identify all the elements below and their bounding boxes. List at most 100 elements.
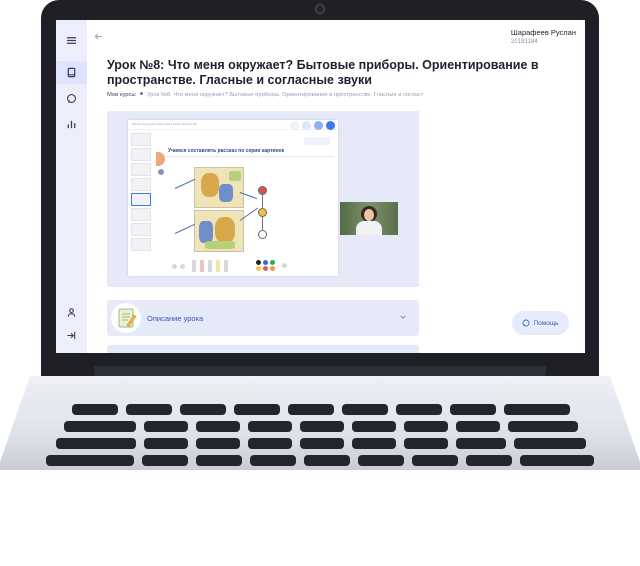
keyboard-key [196, 455, 242, 466]
next-accordion[interactable] [107, 345, 419, 353]
keyboard-key [248, 421, 292, 432]
pen-icon[interactable] [192, 260, 196, 272]
menu-button[interactable] [56, 29, 87, 52]
stats-icon [67, 120, 76, 129]
color-red[interactable] [263, 266, 268, 271]
color-orange[interactable] [270, 266, 275, 271]
slide-thumbnail-selected[interactable] [131, 193, 151, 206]
highlighter-icon[interactable] [216, 260, 220, 272]
keyboard-key [404, 421, 448, 432]
school-logo [304, 137, 330, 145]
story-picture-1 [194, 167, 244, 208]
keyboard-key [288, 404, 334, 415]
marker-icon[interactable] [200, 260, 204, 272]
keyboard-key [72, 404, 118, 415]
slide-thumbnail[interactable] [131, 133, 151, 146]
lesson-description-label: Описание урока [147, 314, 204, 323]
color-black[interactable] [256, 260, 261, 265]
keyboard-key [520, 455, 594, 466]
slide-topbar: Презентация урока. Подготовка к школе. З… [128, 120, 338, 130]
help-button[interactable]: Помощь [512, 311, 569, 335]
sequence-circle-empty [258, 230, 267, 239]
keyboard-key [342, 404, 388, 415]
keyboard-key [196, 421, 240, 432]
help-label: Помощь [533, 319, 559, 327]
breadcrumb-root-link[interactable]: Мои курсы [107, 92, 136, 98]
undo-icon[interactable] [172, 264, 177, 269]
teacher-webcam [340, 202, 398, 235]
slide-tool-icon [326, 121, 335, 130]
slide-thumbnail[interactable] [131, 238, 151, 251]
keyboard-key [450, 404, 496, 415]
slide-deco-circle [156, 152, 165, 166]
keyboard-key [234, 404, 280, 415]
keyboard-key [300, 438, 344, 449]
menu-icon [66, 37, 77, 44]
slide-thumbnail[interactable] [131, 178, 151, 191]
keyboard-key [250, 455, 296, 466]
keyboard-key [352, 421, 396, 432]
sidebar-item-logout[interactable] [56, 324, 87, 347]
more-icon[interactable] [282, 263, 287, 268]
laptop-screen: Шарафеев Руслан 20193184 Урок №8: Что ме… [56, 20, 585, 353]
sequence-circle-yellow [258, 208, 267, 217]
keyboard-key [142, 455, 188, 466]
slide-tool-icon [302, 121, 311, 130]
connector-line [174, 178, 196, 189]
pencil-icon[interactable] [208, 260, 212, 272]
keyboard-key [304, 455, 350, 466]
redo-icon[interactable] [180, 264, 185, 269]
keyboard-key [180, 404, 226, 415]
profile-icon [67, 308, 76, 317]
sidebar-item-stats[interactable] [56, 113, 87, 136]
user-id: 20193184 [510, 39, 538, 45]
keyboard-key [412, 455, 458, 466]
keyboard-key [456, 438, 506, 449]
breadcrumb: Мои курсы Урок №8: Что меня окружает? Быт… [107, 92, 527, 98]
sidebar-item-courses[interactable] [56, 61, 87, 84]
lesson-video[interactable]: Презентация урока. Подготовка к школе. З… [107, 111, 419, 287]
keyboard-key [56, 438, 136, 449]
sidebar [56, 20, 87, 353]
keyboard-key [144, 438, 188, 449]
story-picture-2 [194, 210, 244, 252]
slide-thumbnail[interactable] [131, 163, 151, 176]
color-green[interactable] [270, 260, 275, 265]
user-block[interactable]: Шарафеев Руслан 20193184 [511, 28, 576, 45]
back-button[interactable] [94, 32, 103, 44]
slide-divider [164, 156, 334, 157]
keyboard-key [248, 438, 292, 449]
keyboard-key [514, 438, 586, 449]
keyboard-key [456, 421, 500, 432]
slide-thumbnail[interactable] [131, 148, 151, 161]
slide-deco-dot [158, 169, 164, 175]
keyboard-key [466, 455, 512, 466]
sequence-circle-red [258, 186, 267, 195]
slide-thumbnail[interactable] [131, 208, 151, 221]
drawing-toolbar [172, 260, 312, 272]
keyboard-key [144, 421, 188, 432]
color-blue[interactable] [263, 260, 268, 265]
color-yellow[interactable] [256, 266, 261, 271]
keyboard-key [352, 438, 396, 449]
keyboard-key [196, 438, 240, 449]
breadcrumb-current: Урок №8: Что меня окружает? Бытовые приб… [146, 92, 424, 98]
book-icon [67, 67, 76, 78]
slide-tool-icon [314, 121, 323, 130]
chevron-down-icon [400, 315, 406, 319]
chat-bubble-icon [522, 319, 530, 327]
slide-heading: Учимся составлять рассказ по серии карти… [168, 148, 285, 154]
keyboard-key [358, 455, 404, 466]
connector-line [174, 223, 196, 234]
presentation-slide: Презентация урока. Подготовка к школе. З… [128, 120, 338, 276]
lesson-description-accordion[interactable]: Описание урока [107, 300, 419, 336]
keyboard-key [404, 438, 448, 449]
eraser-icon[interactable] [224, 260, 228, 272]
keyboard-key [64, 421, 136, 432]
slide-thumbnail[interactable] [131, 223, 151, 236]
slide-thumbnails [131, 133, 153, 273]
sidebar-item-profile[interactable] [56, 301, 87, 324]
sidebar-item-chat[interactable] [56, 87, 87, 110]
keyboard-key [508, 421, 578, 432]
keyboard-key [46, 455, 134, 466]
